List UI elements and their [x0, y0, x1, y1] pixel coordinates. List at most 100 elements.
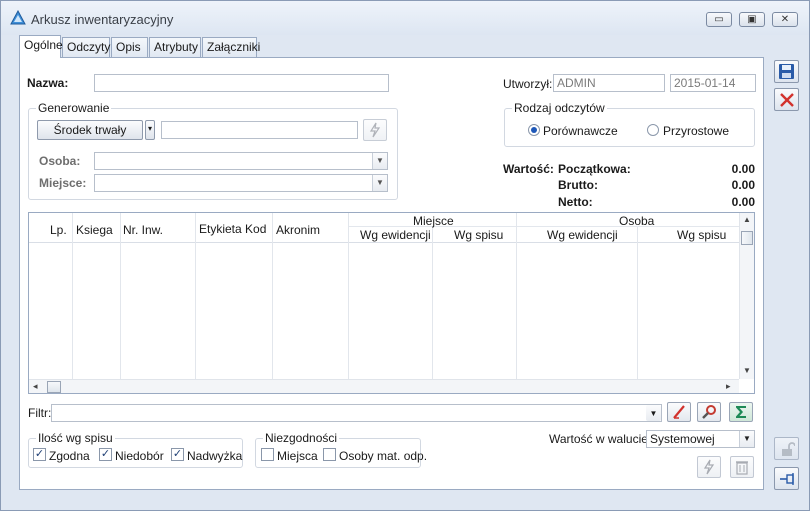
scroll-up-icon[interactable]: ▲: [743, 215, 751, 224]
pin-button[interactable]: [774, 467, 799, 490]
col-ksiega[interactable]: Ksiega: [76, 223, 113, 237]
name-label: Nazwa:: [27, 76, 69, 90]
place-label: Miejsce:: [39, 176, 87, 190]
wrench-icon: [702, 405, 716, 419]
name-field[interactable]: [94, 74, 389, 92]
net-value: 0.00: [731, 195, 755, 209]
title-bar[interactable]: Arkusz inwentaryzacyjny ▭ ▣ ✕: [1, 1, 809, 35]
tab-opis[interactable]: Opis: [111, 37, 148, 57]
tab-ogolne[interactable]: Ogólne: [19, 35, 63, 58]
created-date-field: 2015-01-14: [670, 74, 756, 92]
tab-odczyty[interactable]: Odczyty: [62, 37, 110, 57]
filter-builder-button[interactable]: [697, 402, 721, 422]
scroll-right-icon[interactable]: ▸: [726, 381, 731, 392]
reading-type-title: Rodzaj odczytów: [512, 101, 607, 115]
col-akronim[interactable]: Akronim: [276, 223, 320, 237]
col-miejsce-wg-spisu[interactable]: Wg spisu: [454, 228, 503, 242]
col-group-miejsce: Miejsce: [413, 214, 454, 228]
sum-button[interactable]: [729, 402, 753, 422]
floppy-disk-icon: [779, 64, 794, 79]
tab-zalaczniki[interactable]: Załączniki: [202, 37, 260, 57]
currency-combo[interactable]: Systemowej ▼: [646, 430, 755, 448]
generate-button[interactable]: [363, 119, 387, 141]
checkbox-miejsca[interactable]: [261, 448, 274, 461]
col-etykieta-kod[interactable]: Etykieta Kod: [199, 222, 266, 236]
padlock-open-icon: [781, 441, 795, 456]
pin-icon: [779, 472, 794, 485]
gross-value-label: Brutto:: [558, 178, 598, 192]
radio-incremental[interactable]: [647, 124, 659, 136]
chevron-down-icon: ▾: [147, 124, 152, 133]
clear-filter-button[interactable]: [667, 402, 691, 422]
checkbox-nadwyzka[interactable]: ✓: [171, 448, 184, 461]
delete-row-button[interactable]: [730, 456, 754, 478]
trash-icon: [736, 461, 748, 475]
initial-value: 0.00: [731, 162, 755, 176]
value-label: Wartość:: [503, 162, 554, 176]
created-by-label: Utworzył:: [503, 77, 553, 91]
maximize-button[interactable]: ▣: [739, 12, 765, 27]
close-button[interactable]: ✕: [772, 12, 798, 27]
generate-bottom-button[interactable]: [697, 456, 721, 478]
checkbox-osoby-label: Osoby mat. odp.: [339, 449, 428, 463]
radio-comparative[interactable]: [528, 124, 540, 136]
checkbox-miejsca-label: Miejsca: [277, 449, 318, 463]
radio-comparative-label: Porównawcze: [543, 124, 618, 138]
checkbox-nadwyzka-label: Nadwyżka: [187, 449, 243, 463]
save-button[interactable]: [774, 60, 799, 83]
checkbox-niedobor[interactable]: ✓: [99, 448, 112, 461]
currency-label: Wartość w walucie:: [549, 432, 652, 446]
checkbox-zgodna[interactable]: ✓: [33, 448, 46, 461]
sigma-icon: [736, 406, 746, 418]
radio-incremental-label: Przyrostowe: [663, 124, 730, 138]
person-label: Osoba:: [39, 154, 81, 168]
clear-filter-icon: [673, 405, 685, 419]
initial-value-label: Początkowa:: [558, 162, 631, 176]
mismatch-group-title: Niezgodności: [263, 431, 340, 445]
col-osoba-wg-ewidencji[interactable]: Wg ewidencji: [547, 228, 618, 242]
cancel-button[interactable]: [774, 88, 799, 111]
app-triangle-icon: [10, 10, 26, 25]
place-combo[interactable]: ▼: [94, 174, 388, 192]
inventory-grid[interactable]: Lp. Ksiega Nr. Inw. Etykieta Kod Akronim…: [28, 212, 755, 394]
asset-type-button[interactable]: Środek trwały: [37, 120, 143, 140]
close-x-icon: [779, 92, 794, 107]
checkbox-osoby[interactable]: [323, 448, 336, 461]
col-osoba-wg-spisu[interactable]: Wg spisu: [677, 228, 726, 242]
currency-value: Systemowej: [650, 432, 715, 446]
col-lp[interactable]: Lp.: [50, 223, 67, 237]
created-by-field: ADMIN: [553, 74, 665, 92]
lightning-icon: [703, 459, 715, 475]
minimize-icon: ▭: [714, 14, 724, 25]
scroll-left-icon[interactable]: ◂: [33, 381, 38, 392]
chevron-down-icon: ▼: [372, 175, 387, 191]
generation-group-title: Generowanie: [36, 101, 112, 115]
inventory-sheet-window: Arkusz inwentaryzacyjny ▭ ▣ ✕ Ogólne Odc…: [0, 0, 810, 511]
window-title: Arkusz inwentaryzacyjny: [31, 12, 174, 27]
filter-label: Filtr:: [28, 406, 52, 420]
checkbox-niedobor-label: Niedobór: [115, 449, 164, 463]
net-value-label: Netto:: [558, 195, 593, 209]
grid-horizontal-scrollbar[interactable]: ◂ ▸: [29, 379, 739, 393]
lightning-icon: [369, 122, 381, 138]
gross-value: 0.00: [731, 178, 755, 192]
scroll-down-icon[interactable]: ▼: [743, 366, 751, 375]
grid-vertical-scrollbar[interactable]: ▲ ▼: [739, 213, 754, 379]
h-scroll-thumb[interactable]: [47, 381, 61, 393]
asset-type-field[interactable]: [161, 121, 358, 139]
chevron-down-icon: ▼: [649, 408, 658, 418]
unlock-button[interactable]: [774, 437, 799, 460]
filter-combo[interactable]: [51, 404, 662, 422]
tab-atrybuty[interactable]: Atrybuty: [149, 37, 201, 57]
minimize-button[interactable]: ▭: [706, 12, 732, 27]
chevron-down-icon: ▼: [372, 153, 387, 169]
maximize-icon: ▣: [747, 14, 757, 25]
chevron-down-icon: ▼: [739, 431, 754, 447]
col-group-osoba: Osoba: [619, 214, 655, 228]
asset-type-dropdown-button[interactable]: ▾: [145, 120, 155, 140]
scroll-thumb[interactable]: [741, 231, 753, 245]
col-miejsce-wg-ewidencji[interactable]: Wg ewidencji: [360, 228, 431, 242]
filter-dropdown-button[interactable]: ▼: [646, 405, 661, 421]
person-combo[interactable]: ▼: [94, 152, 388, 170]
col-nr-inw[interactable]: Nr. Inw.: [123, 223, 163, 237]
